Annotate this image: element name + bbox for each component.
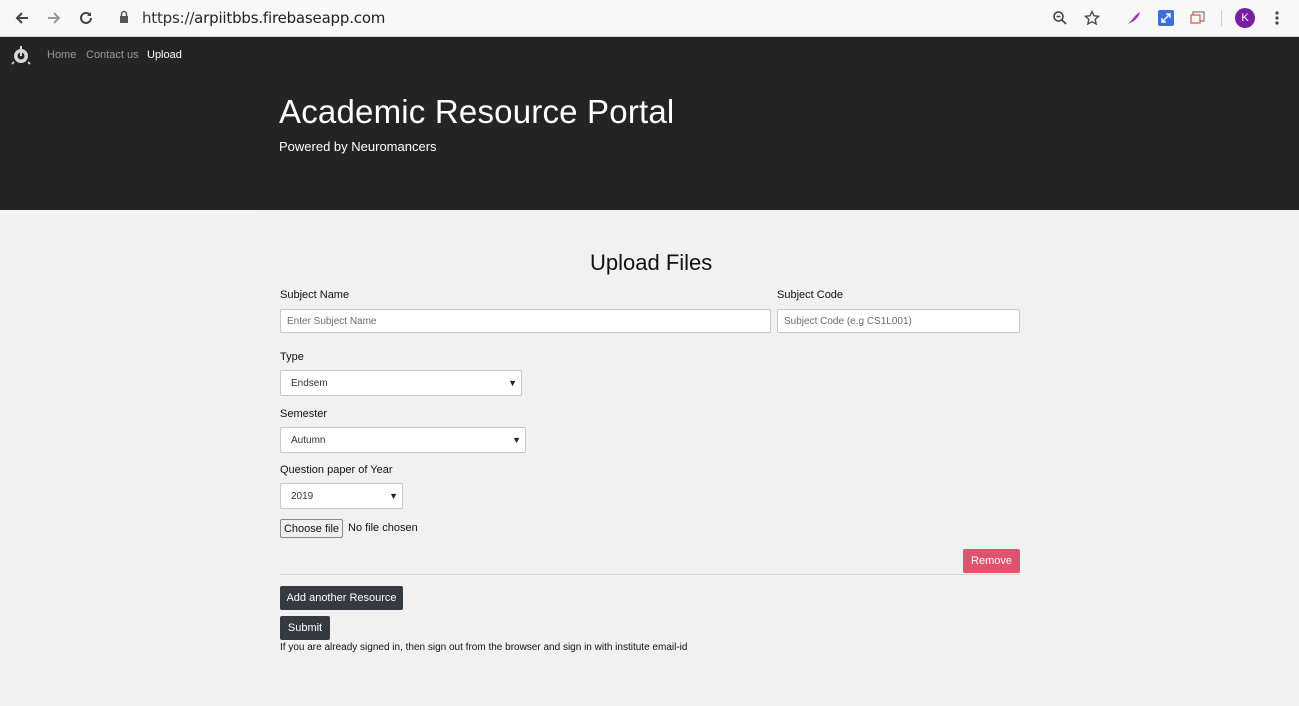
bookmark-star-icon[interactable] <box>1080 6 1104 30</box>
nav-home[interactable]: Home <box>47 49 76 61</box>
toolbar-divider <box>1221 10 1222 26</box>
sign-in-note: If you are already signed in, then sign … <box>280 642 688 653</box>
subject-code-label: Subject Code <box>777 289 844 301</box>
type-selected-value: Endsem <box>291 377 328 389</box>
subject-code-input[interactable] <box>777 309 1020 333</box>
semester-label: Semester <box>280 408 328 420</box>
feather-extension-icon[interactable] <box>1122 6 1146 30</box>
nav-upload[interactable]: Upload <box>147 49 182 61</box>
page-subtitle: Powered by Neuromancers <box>279 139 437 154</box>
year-selected-value: 2019 <box>291 490 314 502</box>
back-icon[interactable] <box>10 6 34 30</box>
divider <box>280 574 1020 575</box>
chevron-down-icon: ▼ <box>512 435 521 445</box>
lock-icon[interactable] <box>118 10 130 29</box>
chevron-down-icon: ▼ <box>508 378 517 388</box>
menu-dots-icon[interactable] <box>1265 6 1289 30</box>
browser-toolbar: https://arpiitbbs.firebaseapp.com K <box>0 0 1299 37</box>
site-logo-icon[interactable] <box>11 45 31 70</box>
form-heading: Upload Files <box>590 250 713 275</box>
add-resource-button[interactable]: Add another Resource <box>280 586 403 610</box>
zoom-out-icon[interactable] <box>1048 6 1072 30</box>
main-content <box>256 210 1043 706</box>
type-select[interactable]: Endsem ▼ <box>280 370 522 396</box>
submit-button[interactable]: Submit <box>280 616 330 640</box>
type-label: Type <box>280 351 304 363</box>
expand-extension-icon[interactable] <box>1154 6 1178 30</box>
year-select[interactable]: 2019 ▼ <box>280 483 403 509</box>
site-header: Home Contact us Upload Academic Resource… <box>0 37 1299 210</box>
semester-select[interactable]: Autumn ▼ <box>280 427 526 453</box>
forward-icon[interactable] <box>42 6 66 30</box>
reload-icon[interactable] <box>74 6 98 30</box>
profile-initial: K <box>1241 12 1249 24</box>
address-bar[interactable]: https://arpiitbbs.firebaseapp.com <box>142 9 385 27</box>
nav-contact[interactable]: Contact us <box>86 49 139 61</box>
page-title: Academic Resource Portal <box>279 93 675 130</box>
choose-file-button[interactable]: Choose file <box>280 519 343 538</box>
year-label: Question paper of Year <box>280 464 393 476</box>
url-scheme: https:// <box>142 9 195 27</box>
page-background <box>0 210 256 706</box>
file-status: No file chosen <box>348 522 418 534</box>
subject-name-input[interactable] <box>280 309 771 333</box>
subject-name-label: Subject Name <box>280 289 350 301</box>
chevron-down-icon: ▼ <box>389 491 398 501</box>
semester-selected-value: Autumn <box>291 434 326 446</box>
url-host: arpiitbbs.firebaseapp.com <box>194 9 386 27</box>
remove-button[interactable]: Remove <box>963 549 1020 573</box>
cast-extension-icon[interactable] <box>1186 6 1210 30</box>
profile-avatar[interactable]: K <box>1235 8 1255 28</box>
